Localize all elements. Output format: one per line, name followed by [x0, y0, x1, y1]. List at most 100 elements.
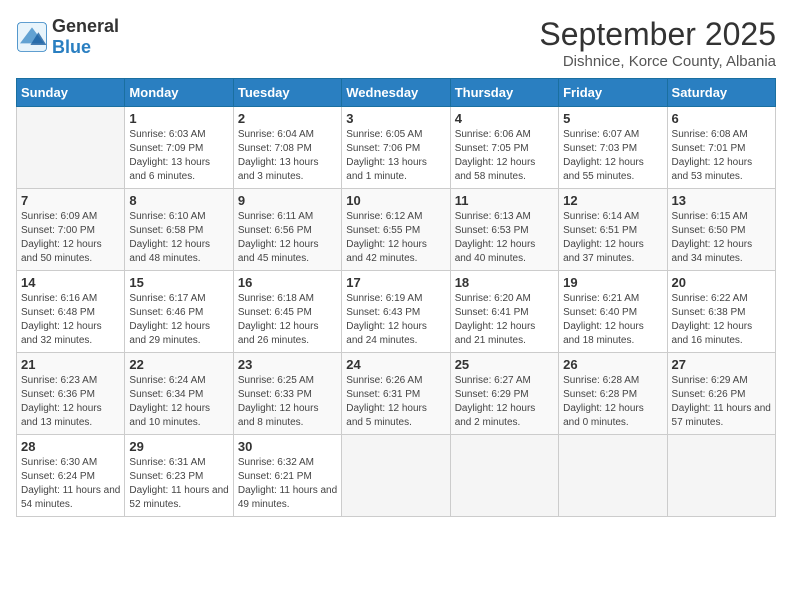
day-detail: Sunrise: 6:04 AMSunset: 7:08 PMDaylight:… — [238, 128, 337, 184]
day-number: 26 — [563, 357, 662, 372]
day-number: 29 — [129, 439, 228, 454]
day-detail: Sunrise: 6:26 AMSunset: 6:31 PMDaylight:… — [346, 374, 445, 430]
day-cell: 6 Sunrise: 6:08 AMSunset: 7:01 PMDaylight… — [667, 107, 775, 189]
day-cell: 30 Sunrise: 6:32 AMSunset: 6:21 PMDayligh… — [233, 435, 341, 517]
day-detail: Sunrise: 6:16 AMSunset: 6:48 PMDaylight:… — [21, 292, 120, 348]
day-cell: 11 Sunrise: 6:13 AMSunset: 6:53 PMDayligh… — [450, 189, 558, 271]
day-number: 23 — [238, 357, 337, 372]
day-cell: 26 Sunrise: 6:28 AMSunset: 6:28 PMDayligh… — [559, 353, 667, 435]
day-number: 18 — [455, 275, 554, 290]
day-detail: Sunrise: 6:32 AMSunset: 6:21 PMDaylight:… — [238, 456, 337, 512]
day-detail: Sunrise: 6:19 AMSunset: 6:43 PMDaylight:… — [346, 292, 445, 348]
day-number: 14 — [21, 275, 120, 290]
day-number: 7 — [21, 193, 120, 208]
day-number: 3 — [346, 111, 445, 126]
day-number: 20 — [672, 275, 771, 290]
day-number: 6 — [672, 111, 771, 126]
day-detail: Sunrise: 6:20 AMSunset: 6:41 PMDaylight:… — [455, 292, 554, 348]
day-detail: Sunrise: 6:15 AMSunset: 6:50 PMDaylight:… — [672, 210, 771, 266]
day-cell: 24Sunrise: 6:26 AMSunset: 6:31 PMDayligh… — [342, 353, 450, 435]
weekday-header-tuesday: Tuesday — [233, 79, 341, 107]
day-number: 28 — [21, 439, 120, 454]
day-cell: 5 Sunrise: 6:07 AMSunset: 7:03 PMDaylight… — [559, 107, 667, 189]
day-number: 5 — [563, 111, 662, 126]
day-cell: 1 Sunrise: 6:03 AMSunset: 7:09 PMDaylight… — [125, 107, 233, 189]
week-row-5: 28 Sunrise: 6:30 AMSunset: 6:24 PMDayligh… — [17, 435, 776, 517]
day-cell — [450, 435, 558, 517]
day-number: 4 — [455, 111, 554, 126]
day-cell: 7Sunrise: 6:09 AMSunset: 7:00 PMDaylight… — [17, 189, 125, 271]
day-detail: Sunrise: 6:29 AMSunset: 6:26 PMDaylight:… — [672, 374, 771, 430]
week-row-1: 1 Sunrise: 6:03 AMSunset: 7:09 PMDaylight… — [17, 107, 776, 189]
day-detail: Sunrise: 6:30 AMSunset: 6:24 PMDaylight:… — [21, 456, 120, 512]
day-detail: Sunrise: 6:03 AMSunset: 7:09 PMDaylight:… — [129, 128, 228, 184]
day-number: 15 — [129, 275, 228, 290]
day-cell — [667, 435, 775, 517]
logo-general: General — [52, 16, 119, 36]
day-cell — [342, 435, 450, 517]
day-number: 25 — [455, 357, 554, 372]
day-cell: 23Sunrise: 6:25 AMSunset: 6:33 PMDayligh… — [233, 353, 341, 435]
month-title: September 2025 — [539, 16, 776, 53]
weekday-header-thursday: Thursday — [450, 79, 558, 107]
day-cell: 4 Sunrise: 6:06 AMSunset: 7:05 PMDaylight… — [450, 107, 558, 189]
day-cell: 9 Sunrise: 6:11 AMSunset: 6:56 PMDaylight… — [233, 189, 341, 271]
day-detail: Sunrise: 6:06 AMSunset: 7:05 PMDaylight:… — [455, 128, 554, 184]
weekday-header-saturday: Saturday — [667, 79, 775, 107]
day-cell: 27 Sunrise: 6:29 AMSunset: 6:26 PMDayligh… — [667, 353, 775, 435]
day-number: 1 — [129, 111, 228, 126]
day-cell: 29 Sunrise: 6:31 AMSunset: 6:23 PMDayligh… — [125, 435, 233, 517]
day-number: 19 — [563, 275, 662, 290]
calendar-table: SundayMondayTuesdayWednesdayThursdayFrid… — [16, 78, 776, 517]
page-header: General Blue September 2025 Dishnice, Ko… — [16, 16, 776, 70]
weekday-header-row: SundayMondayTuesdayWednesdayThursdayFrid… — [17, 79, 776, 107]
day-detail: Sunrise: 6:27 AMSunset: 6:29 PMDaylight:… — [455, 374, 554, 430]
day-number: 11 — [455, 193, 554, 208]
logo: General Blue — [16, 16, 119, 58]
day-detail: Sunrise: 6:28 AMSunset: 6:28 PMDaylight:… — [563, 374, 662, 430]
day-cell: 14 Sunrise: 6:16 AMSunset: 6:48 PMDayligh… — [17, 271, 125, 353]
day-detail: Sunrise: 6:24 AMSunset: 6:34 PMDaylight:… — [129, 374, 228, 430]
weekday-header-sunday: Sunday — [17, 79, 125, 107]
day-number: 12 — [563, 193, 662, 208]
day-cell: 13 Sunrise: 6:15 AMSunset: 6:50 PMDayligh… — [667, 189, 775, 271]
day-cell: 10Sunrise: 6:12 AMSunset: 6:55 PMDayligh… — [342, 189, 450, 271]
day-detail: Sunrise: 6:21 AMSunset: 6:40 PMDaylight:… — [563, 292, 662, 348]
day-cell: 8 Sunrise: 6:10 AMSunset: 6:58 PMDaylight… — [125, 189, 233, 271]
title-block: September 2025 Dishnice, Korce County, A… — [539, 16, 776, 70]
day-detail: Sunrise: 6:13 AMSunset: 6:53 PMDaylight:… — [455, 210, 554, 266]
day-detail: Sunrise: 6:10 AMSunset: 6:58 PMDaylight:… — [129, 210, 228, 266]
day-detail: Sunrise: 6:22 AMSunset: 6:38 PMDaylight:… — [672, 292, 771, 348]
day-cell: 16 Sunrise: 6:18 AMSunset: 6:45 PMDayligh… — [233, 271, 341, 353]
day-detail: Sunrise: 6:18 AMSunset: 6:45 PMDaylight:… — [238, 292, 337, 348]
day-number: 27 — [672, 357, 771, 372]
week-row-4: 21Sunrise: 6:23 AMSunset: 6:36 PMDayligh… — [17, 353, 776, 435]
day-number: 16 — [238, 275, 337, 290]
day-number: 2 — [238, 111, 337, 126]
logo-blue: Blue — [52, 37, 91, 57]
day-number: 8 — [129, 193, 228, 208]
location-subtitle: Dishnice, Korce County, Albania — [539, 53, 776, 70]
day-detail: Sunrise: 6:11 AMSunset: 6:56 PMDaylight:… — [238, 210, 337, 266]
day-detail: Sunrise: 6:12 AMSunset: 6:55 PMDaylight:… — [346, 210, 445, 266]
day-number: 30 — [238, 439, 337, 454]
day-cell: 25 Sunrise: 6:27 AMSunset: 6:29 PMDayligh… — [450, 353, 558, 435]
day-cell: 19 Sunrise: 6:21 AMSunset: 6:40 PMDayligh… — [559, 271, 667, 353]
day-number: 9 — [238, 193, 337, 208]
day-cell: 15 Sunrise: 6:17 AMSunset: 6:46 PMDayligh… — [125, 271, 233, 353]
day-cell: 12 Sunrise: 6:14 AMSunset: 6:51 PMDayligh… — [559, 189, 667, 271]
day-detail: Sunrise: 6:31 AMSunset: 6:23 PMDaylight:… — [129, 456, 228, 512]
weekday-header-friday: Friday — [559, 79, 667, 107]
day-detail: Sunrise: 6:14 AMSunset: 6:51 PMDaylight:… — [563, 210, 662, 266]
day-detail: Sunrise: 6:08 AMSunset: 7:01 PMDaylight:… — [672, 128, 771, 184]
day-detail: Sunrise: 6:17 AMSunset: 6:46 PMDaylight:… — [129, 292, 228, 348]
week-row-3: 14 Sunrise: 6:16 AMSunset: 6:48 PMDayligh… — [17, 271, 776, 353]
day-number: 22 — [129, 357, 228, 372]
day-cell — [559, 435, 667, 517]
day-detail: Sunrise: 6:07 AMSunset: 7:03 PMDaylight:… — [563, 128, 662, 184]
day-number: 13 — [672, 193, 771, 208]
day-cell: 22 Sunrise: 6:24 AMSunset: 6:34 PMDayligh… — [125, 353, 233, 435]
day-detail: Sunrise: 6:05 AMSunset: 7:06 PMDaylight:… — [346, 128, 445, 184]
day-cell: 17Sunrise: 6:19 AMSunset: 6:43 PMDayligh… — [342, 271, 450, 353]
weekday-header-monday: Monday — [125, 79, 233, 107]
